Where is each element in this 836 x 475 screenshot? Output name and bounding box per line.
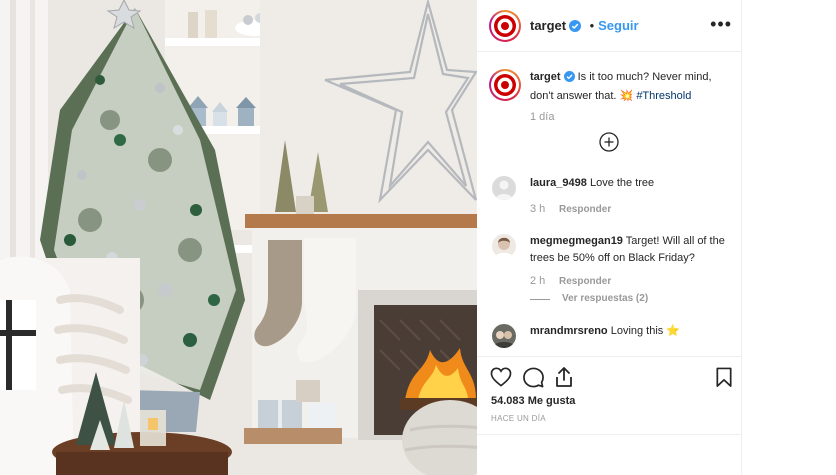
plus-circle-icon — [599, 132, 619, 152]
bookmark-icon — [716, 367, 732, 387]
caption-text: target Is it too much? Never mind, don't… — [530, 69, 730, 105]
comment-time: 3 h — [530, 203, 546, 215]
share-icon — [556, 367, 572, 387]
save-button[interactable] — [715, 367, 733, 393]
comment-icon — [523, 367, 544, 388]
comment-username[interactable]: megmegmegan19 — [530, 235, 623, 247]
caption-time: 1 día — [530, 111, 555, 123]
verified-badge-icon — [563, 71, 575, 88]
target-logo-icon — [494, 74, 516, 96]
caption-hashtag[interactable]: #Threshold — [636, 90, 691, 102]
comment-username[interactable]: mrandmrsreno — [530, 325, 608, 337]
caption-username[interactable]: target — [530, 71, 561, 83]
post-timestamp[interactable]: HACE UN DÍA — [491, 414, 546, 423]
post-actions: 54.083 Me gusta HACE UN DÍA — [477, 356, 742, 475]
avatar[interactable] — [489, 10, 521, 42]
more-options-icon[interactable]: ••• — [710, 14, 732, 35]
heart-icon — [490, 367, 512, 387]
post-header: target • Seguir ••• — [477, 0, 742, 52]
christmas-living-room-image — [0, 0, 477, 475]
comment-text: laura_9498 Love the tree — [530, 175, 730, 192]
default-user-icon — [495, 180, 513, 200]
reply-button[interactable]: Responder — [559, 204, 611, 215]
comment-avatar[interactable] — [492, 324, 516, 348]
comment-body: Love the tree — [589, 177, 655, 189]
likes-count[interactable]: 54.083 Me gusta — [491, 395, 575, 407]
post-panel: target • Seguir ••• target Is it too much… — [477, 0, 742, 475]
comment-avatar[interactable] — [492, 176, 516, 200]
comment-text: megmegmegan19 Target! Will all of the tr… — [530, 233, 730, 267]
comment-time: 2 h — [530, 275, 546, 287]
caption-avatar[interactable] — [489, 69, 521, 101]
user-photo-icon — [494, 237, 514, 258]
target-logo-icon — [494, 15, 516, 37]
view-replies-button[interactable]: Ver respuestas (2) — [562, 293, 648, 304]
page-background — [742, 0, 836, 475]
user-photo-icon — [492, 331, 516, 348]
follow-button[interactable]: Seguir — [598, 18, 638, 33]
comments-list[interactable]: target Is it too much? Never mind, don't… — [477, 53, 742, 355]
like-button[interactable] — [490, 367, 512, 392]
header-username[interactable]: target — [530, 18, 566, 33]
share-button[interactable] — [554, 366, 574, 393]
comment-button[interactable] — [523, 367, 544, 393]
load-more-comments-button[interactable] — [598, 131, 620, 158]
comment-username[interactable]: laura_9498 — [530, 177, 587, 189]
comment-avatar[interactable] — [492, 234, 516, 258]
comment-body: Loving this ⭐ — [610, 325, 681, 337]
view-replies-line — [530, 299, 550, 300]
add-comment-divider — [477, 434, 742, 435]
separator-dot: • — [589, 18, 595, 33]
header-user-line: target • Seguir — [530, 17, 639, 37]
post-photo[interactable] — [0, 0, 477, 475]
reply-button[interactable]: Responder — [559, 276, 611, 287]
verified-badge-icon — [569, 19, 582, 37]
comment-text: mrandmrsreno Loving this ⭐ — [530, 323, 730, 340]
